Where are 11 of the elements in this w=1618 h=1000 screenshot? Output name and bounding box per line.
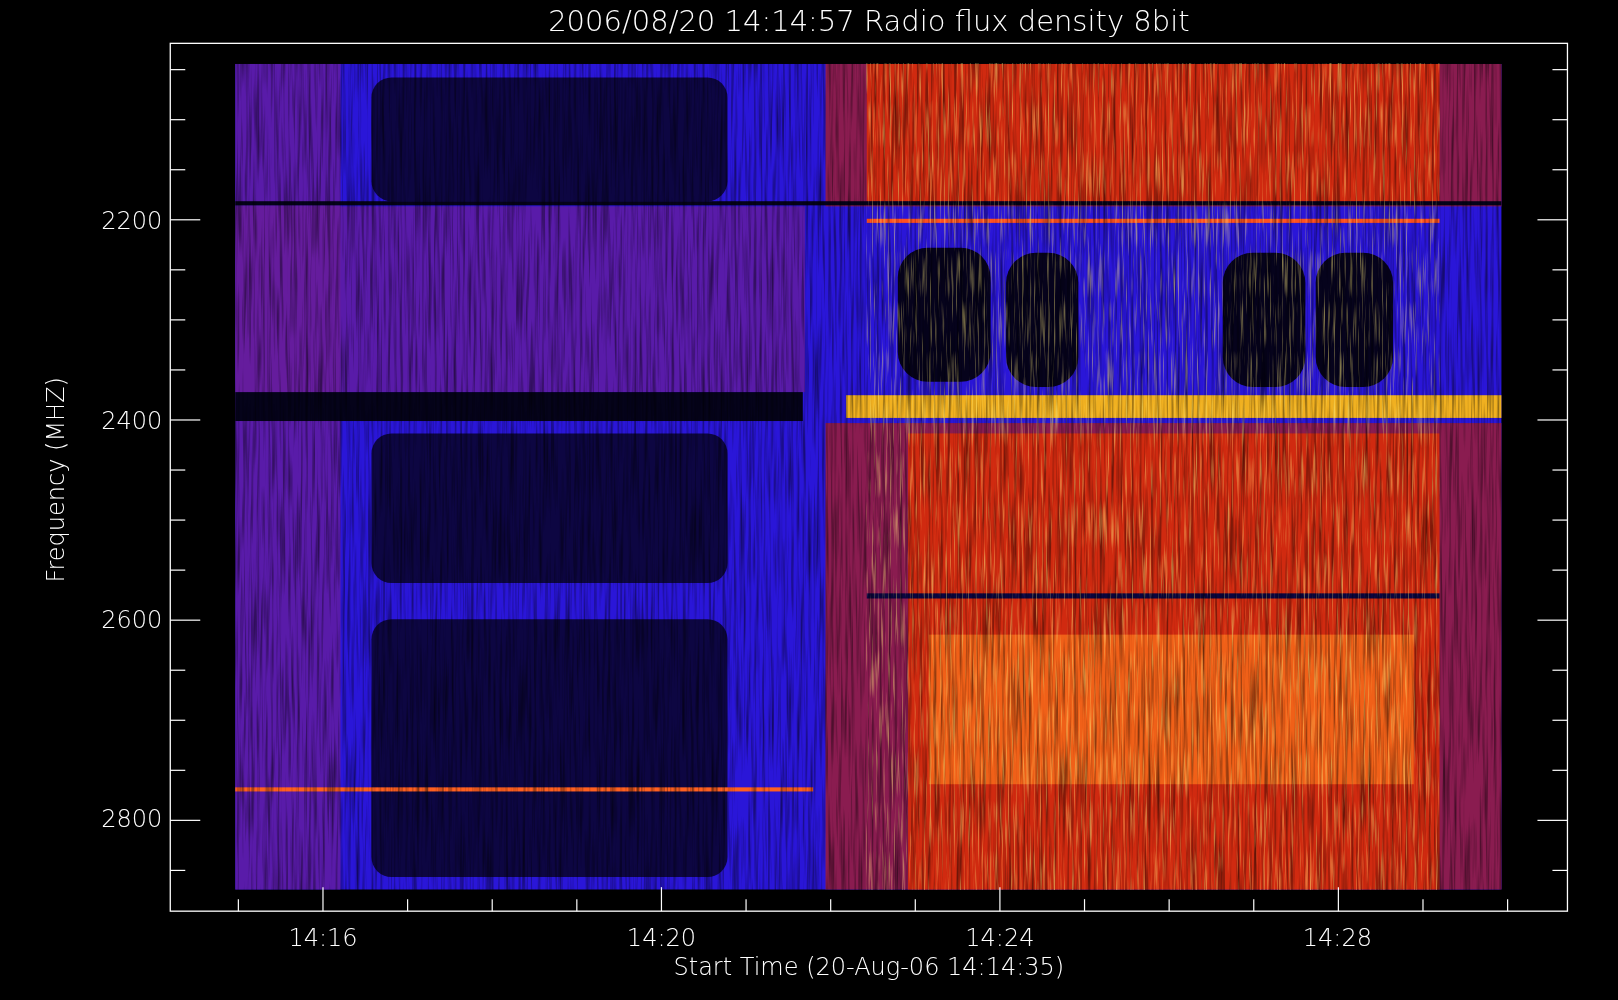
x-tick-label: 14:20 (626, 924, 697, 953)
y-axis-label: Frequency (MHZ) (42, 377, 70, 583)
y-tick-label: 2800 (101, 805, 163, 834)
x-axis-label: Start Time (20-Aug-06 14:14:35) (673, 953, 1065, 982)
y-tick-label: 2600 (101, 606, 163, 635)
x-tick-label: 14:16 (288, 924, 358, 953)
chart-title: 2006/08/20 14:14:57 Radio flux density 8bit (548, 3, 1190, 38)
y-tick-label: 2400 (101, 407, 163, 435)
x-tick-label: 14:28 (1302, 924, 1372, 953)
x-tick-label: 14:24 (965, 924, 1035, 953)
y-tick-label: 2200 (101, 206, 163, 235)
